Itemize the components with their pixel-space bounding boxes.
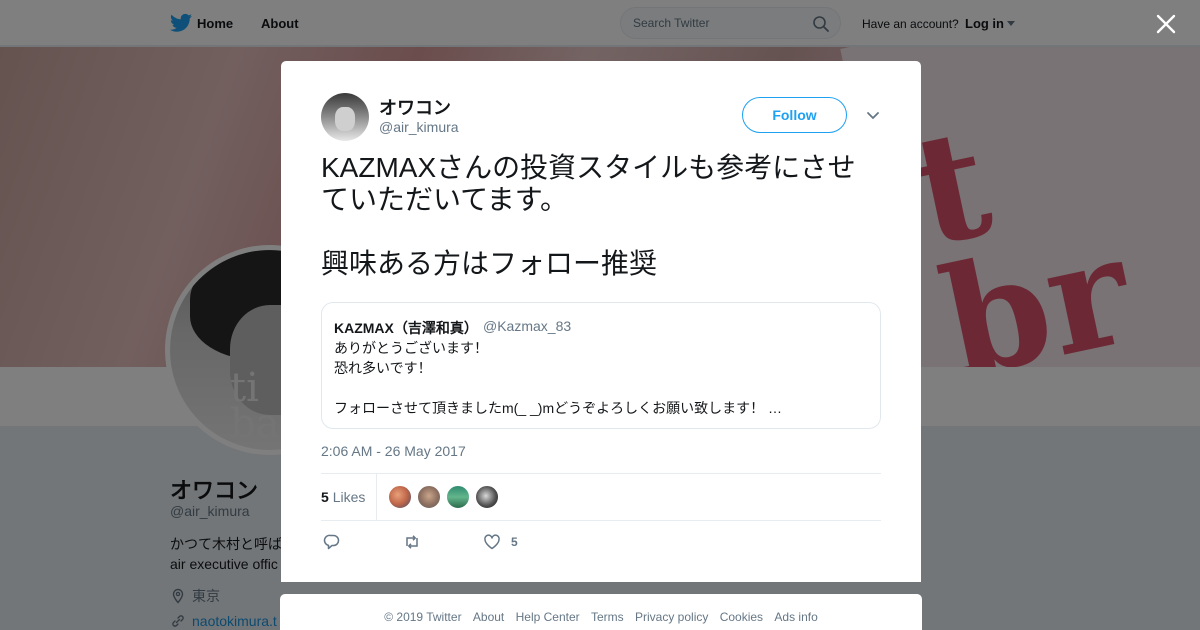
- tweet-timestamp[interactable]: 2:06 AM - 26 May 2017: [321, 443, 466, 459]
- likes-count: 5: [321, 489, 329, 505]
- close-icon[interactable]: [1155, 13, 1177, 35]
- divider: [376, 474, 377, 520]
- quoted-author-name: KAZMAX（吉澤和真）: [334, 320, 478, 336]
- like-action-count: 5: [511, 535, 518, 549]
- quoted-author-handle: @Kazmax_83: [483, 318, 572, 334]
- follow-button[interactable]: Follow: [742, 97, 847, 133]
- tweet-modal: オワコン @air_kimura Follow KAZMAXさんの投資スタイルも…: [281, 61, 921, 582]
- chevron-down-icon[interactable]: [865, 109, 881, 121]
- footer-link-help-center[interactable]: Help Center: [516, 610, 580, 624]
- liker-avatar[interactable]: [388, 485, 412, 509]
- likes-stat[interactable]: 5 Likes: [321, 489, 365, 505]
- tweet-text: KAZMAXさんの投資スタイルも参考にさせていただいてます。 興味ある方はフォロ…: [321, 152, 856, 279]
- footer-copyright: © 2019 Twitter: [384, 610, 462, 624]
- retweet-icon[interactable]: [403, 533, 421, 551]
- divider: [321, 520, 881, 521]
- footer-link-ads-info[interactable]: Ads info: [774, 610, 817, 624]
- footer-link-cookies[interactable]: Cookies: [720, 610, 763, 624]
- liker-avatar[interactable]: [446, 485, 470, 509]
- footer: © 2019 Twitter About Help Center Terms P…: [280, 594, 922, 630]
- footer-links: © 2019 Twitter About Help Center Terms P…: [280, 610, 922, 624]
- footer-link-privacy[interactable]: Privacy policy: [635, 610, 708, 624]
- footer-link-about[interactable]: About: [473, 610, 504, 624]
- tweet-author-avatar[interactable]: [321, 93, 369, 141]
- heart-icon[interactable]: [483, 533, 501, 551]
- liker-avatar[interactable]: [475, 485, 499, 509]
- liker-avatar[interactable]: [417, 485, 441, 509]
- reply-icon[interactable]: [323, 533, 341, 551]
- footer-link-terms[interactable]: Terms: [591, 610, 624, 624]
- quoted-tweet-text: ありがとうございます！ 恐れ多いです！ フォローさせて頂きましたm(_ _)mど…: [334, 340, 782, 416]
- tweet-author-handle[interactable]: @air_kimura: [379, 119, 459, 135]
- tweet-author-name[interactable]: オワコン: [379, 94, 451, 120]
- quoted-tweet[interactable]: KAZMAX（吉澤和真） @Kazmax_83 ありがとうございます！ 恐れ多い…: [321, 302, 881, 429]
- likes-label: Likes: [332, 489, 366, 505]
- divider: [321, 473, 881, 474]
